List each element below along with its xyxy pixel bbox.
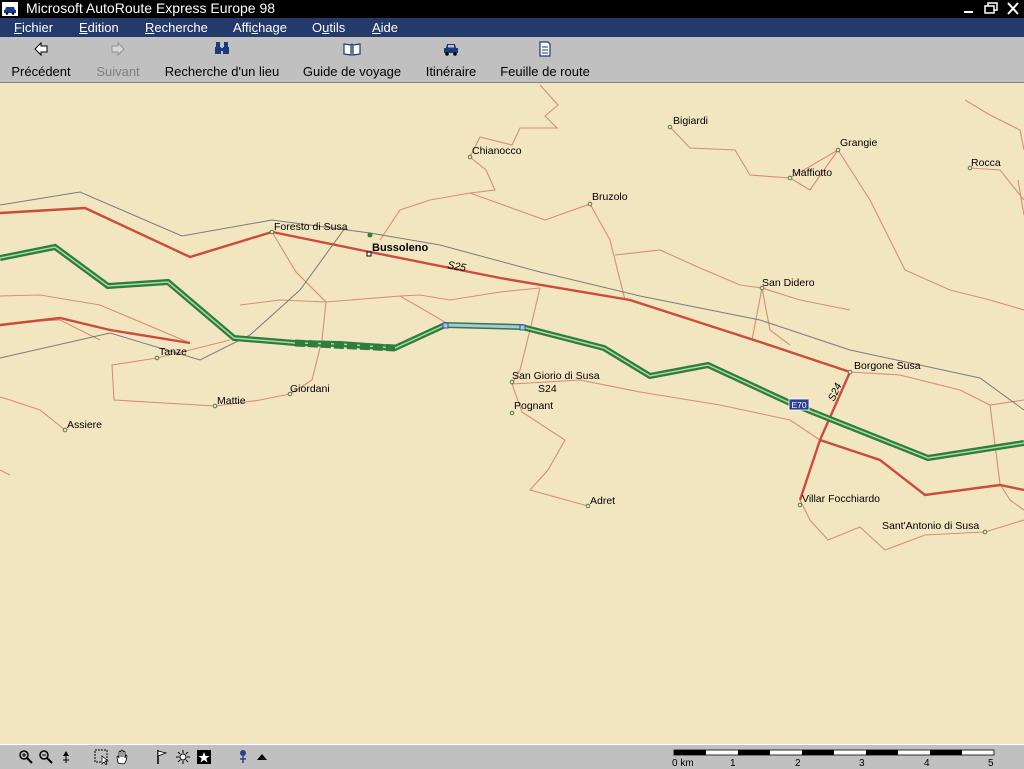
road-label-s24: S24 xyxy=(538,383,557,395)
route-sheet-label: Feuille de route xyxy=(500,64,590,79)
place-label-assiere[interactable]: Assiere xyxy=(67,419,102,431)
place-label-tanze[interactable]: Tanze xyxy=(159,346,187,358)
scale-tick-label: 1 xyxy=(730,758,736,769)
zoom-in-icon[interactable] xyxy=(18,749,34,765)
close-button[interactable] xyxy=(1004,1,1022,16)
menu-edition-label: dition xyxy=(87,20,119,35)
next-button[interactable]: Suivant xyxy=(92,40,144,79)
hand-pan-icon[interactable] xyxy=(114,749,130,765)
menu-affichage-label: hage xyxy=(258,20,287,35)
menu-outils[interactable]: Outils xyxy=(312,20,345,35)
menu-affichage[interactable]: Affichage xyxy=(233,20,287,35)
road-label-s24-east: S24 xyxy=(826,381,845,403)
place-label-giordani[interactable]: Giordani xyxy=(290,383,330,395)
car-icon xyxy=(444,44,458,56)
place-label-adret[interactable]: Adret xyxy=(590,495,615,507)
place-label-mattie[interactable]: Mattie xyxy=(217,395,246,407)
place-label-sant-antonio[interactable]: Sant'Antonio di Susa xyxy=(882,520,979,532)
select-area-icon[interactable] xyxy=(94,749,110,765)
place-label-bruzolo[interactable]: Bruzolo xyxy=(592,191,628,203)
previous-button[interactable]: Précédent xyxy=(8,40,74,79)
road-label-e70: E70 xyxy=(791,400,806,410)
menu-fichier[interactable]: Fichier xyxy=(14,20,53,35)
travel-guide-button[interactable]: Guide de voyage xyxy=(302,40,402,79)
place-label-foresto[interactable]: Foresto di Susa xyxy=(274,221,348,233)
menu-fichier-label: ichier xyxy=(21,20,54,35)
next-label: Suivant xyxy=(96,64,140,79)
scale-tick-label: 3 xyxy=(859,758,865,769)
menu-recherche-label: echerche xyxy=(154,20,208,35)
place-label-borgone[interactable]: Borgone Susa xyxy=(854,360,921,372)
restore-icon xyxy=(984,2,998,14)
place-label-rocca[interactable]: Rocca xyxy=(971,157,1001,169)
menu-aide-key: A xyxy=(372,20,381,35)
title-bar: Microsoft AutoRoute Express Europe 98 xyxy=(0,0,1024,18)
scale-bar-graphic xyxy=(673,749,995,756)
zoom-out-icon[interactable] xyxy=(38,749,54,765)
route-button[interactable]: Itinéraire xyxy=(422,40,480,79)
previous-label: Précédent xyxy=(11,64,71,79)
close-icon xyxy=(1007,2,1019,15)
scale-zero-label: 0 km xyxy=(672,758,694,769)
menu-aide[interactable]: Aide xyxy=(372,20,398,35)
route-sheet-button[interactable]: Feuille de route xyxy=(499,40,591,79)
menu-aide-label: ide xyxy=(380,20,399,35)
map-svg[interactable]: Bigiardi Chianocco Grangie Maffiotto Roc… xyxy=(0,83,1024,744)
arrow-right-icon xyxy=(111,41,125,57)
travel-guide-label: Guide de voyage xyxy=(302,64,402,79)
window-title: Microsoft AutoRoute Express Europe 98 xyxy=(26,0,276,16)
pushpin-icon[interactable] xyxy=(236,749,252,765)
pan-north-icon[interactable] xyxy=(58,749,74,765)
star-icon[interactable] xyxy=(196,749,212,765)
scale-tick-label: 2 xyxy=(795,758,801,769)
menu-recherche-key: R xyxy=(145,20,155,35)
book-icon xyxy=(343,43,361,56)
map-canvas[interactable]: Bigiardi Chianocco Grangie Maffiotto Roc… xyxy=(0,83,1024,744)
menu-edition-key: E xyxy=(79,20,88,35)
place-label-villar[interactable]: Villar Focchiardo xyxy=(802,493,880,505)
dropdown-arrow-icon[interactable] xyxy=(254,749,270,765)
road-label-s25: S25 xyxy=(446,259,467,274)
place-label-san-giorio[interactable]: San Giorio di Susa xyxy=(512,370,600,382)
place-label-bussoleno[interactable]: Bussoleno xyxy=(372,242,429,254)
place-label-maffiotto[interactable]: Maffiotto xyxy=(792,167,832,179)
scale-tick-label: 4 xyxy=(924,758,930,769)
place-label-pognant[interactable]: Pognant xyxy=(514,400,553,412)
document-icon xyxy=(539,41,551,57)
menu-affichage-pre: Affi xyxy=(233,20,252,35)
place-label-san-didero[interactable]: San Didero xyxy=(762,277,815,289)
minimize-icon xyxy=(964,11,973,13)
route-label: Itinéraire xyxy=(425,64,477,79)
highlight-sun-icon[interactable] xyxy=(175,749,191,765)
menu-fichier-key: F xyxy=(14,20,22,35)
status-bar: 0 km 1 2 3 4 5 xyxy=(0,744,1024,769)
binoculars-icon xyxy=(215,42,229,54)
menu-bar: Fichier Edition Recherche Affichage Outi… xyxy=(0,18,1024,37)
minimize-button[interactable] xyxy=(960,1,978,16)
place-label-chianocco[interactable]: Chianocco xyxy=(472,145,522,157)
scale-tick-label: 5 xyxy=(988,758,994,769)
car-app-icon xyxy=(2,2,18,16)
e70-shield: E70 xyxy=(788,398,810,411)
toolbar: Précédent Suivant Recherche d'un lieu Gu… xyxy=(0,37,1024,83)
menu-edition[interactable]: Edition xyxy=(79,20,119,35)
menu-outils-label: tils xyxy=(329,20,346,35)
route-line xyxy=(0,243,1024,462)
scale-bar: 0 km 1 2 3 4 5 xyxy=(672,748,1002,769)
place-label-grangie[interactable]: Grangie xyxy=(840,137,878,149)
restore-button[interactable] xyxy=(982,1,1000,16)
place-label-bigiardi[interactable]: Bigiardi xyxy=(673,115,708,127)
menu-recherche[interactable]: Recherche xyxy=(145,20,208,35)
find-place-label: Recherche d'un lieu xyxy=(164,64,280,79)
flag-icon[interactable] xyxy=(154,749,170,765)
menu-outils-pre: O xyxy=(312,20,323,35)
find-place-button[interactable]: Recherche d'un lieu xyxy=(163,40,281,79)
arrow-left-icon xyxy=(34,41,48,57)
